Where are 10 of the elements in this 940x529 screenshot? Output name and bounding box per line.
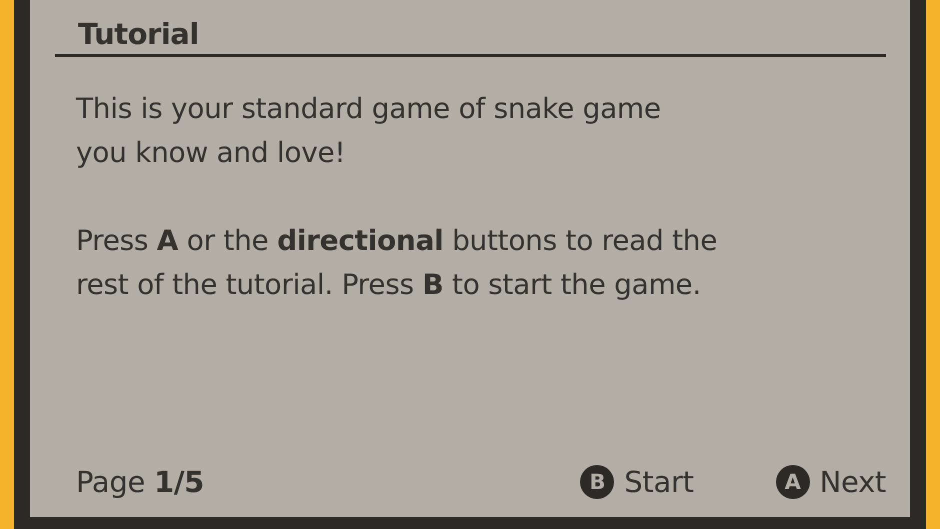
tutorial-text: This is your standard game of snake game (76, 91, 662, 127)
button-key-icon: B (580, 465, 614, 499)
button-key-icon: A (776, 465, 810, 499)
tutorial-text: you know and love! (76, 135, 346, 171)
tutorial-text: Press A or the directional buttons to read the (76, 223, 718, 259)
page-indicator: Page 1/5 (76, 465, 204, 499)
tutorial-text: rest of the tutorial. Press B to start the game. (76, 267, 702, 303)
dialog-title: Tutorial (77, 16, 200, 53)
button-hint: Next (820, 465, 886, 499)
button-hint: Start (624, 465, 694, 499)
